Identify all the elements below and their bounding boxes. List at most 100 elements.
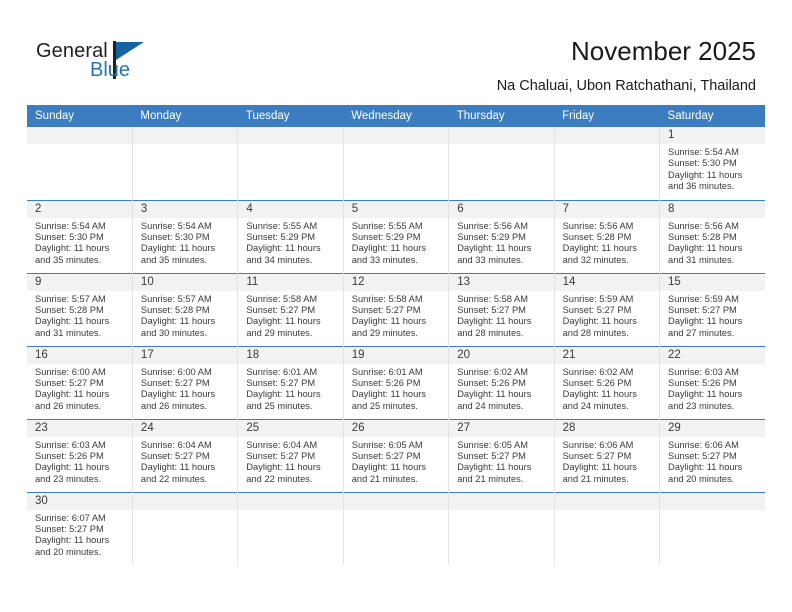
calendar-day-cell[interactable]: 16 Sunrise: 6:00 AM Sunset: 5:27 PM Dayligh… bbox=[27, 345, 133, 419]
day-number bbox=[132, 492, 238, 510]
day-sunset-text: Sunset: 5:27 PM bbox=[351, 450, 421, 461]
calendar-day-cell[interactable]: 17 Sunrise: 6:00 AM Sunset: 5:27 PM Dayligh… bbox=[131, 345, 238, 419]
day-number: 4 bbox=[238, 200, 343, 218]
day-sunset-text: Sunset: 5:27 PM bbox=[140, 377, 210, 388]
day-daylight2-text: and 31 minutes. bbox=[668, 254, 735, 265]
day-number: 28 bbox=[554, 419, 660, 437]
day-sunset-text: Sunset: 5:27 PM bbox=[457, 304, 526, 315]
day-sunset-text: Sunset: 5:27 PM bbox=[562, 304, 632, 315]
general-blue-logo: General Blue bbox=[36, 40, 216, 88]
calendar-day-cell[interactable]: 8 Sunrise: 5:56 AM Sunset: 5:28 PM Daylight… bbox=[659, 199, 765, 273]
day-number: 11 bbox=[238, 273, 343, 291]
day-number bbox=[343, 492, 449, 510]
day-daylight2-text: and 26 minutes. bbox=[140, 400, 208, 411]
calendar-cell-empty bbox=[237, 491, 344, 565]
day-daylight1-text: Daylight: 11 hours bbox=[351, 389, 427, 400]
calendar-day-cell[interactable]: 13 Sunrise: 5:58 AM Sunset: 5:27 PM Dayligh… bbox=[448, 272, 555, 346]
day-daylight2-text: and 35 minutes. bbox=[140, 254, 208, 265]
day-daylight1-text: Daylight: 11 hours bbox=[35, 462, 110, 473]
day-daylight1-text: Daylight: 11 hours bbox=[140, 462, 216, 473]
calendar-day-cell[interactable]: 5 Sunrise: 5:55 AM Sunset: 5:29 PM Daylight… bbox=[342, 199, 449, 273]
day-sunset-text: Sunset: 5:27 PM bbox=[668, 450, 737, 461]
weekday-header-saturday: Saturday bbox=[659, 105, 765, 127]
calendar-day-cell[interactable]: 25 Sunrise: 6:04 AM Sunset: 5:27 PM Dayligh… bbox=[237, 418, 344, 492]
calendar-cell-empty bbox=[553, 127, 660, 200]
day-daylight1-text: Daylight: 11 hours bbox=[457, 389, 532, 400]
day-sunset-text: Sunset: 5:27 PM bbox=[35, 523, 104, 534]
calendar-week-row: 2 Sunrise: 5:54 AM Sunset: 5:30 PM Daylight… bbox=[27, 199, 765, 273]
day-sunset-text: Sunset: 5:27 PM bbox=[351, 304, 421, 315]
calendar-day-cell[interactable]: 7 Sunrise: 5:56 AM Sunset: 5:28 PM Daylight… bbox=[553, 199, 660, 273]
day-daylight1-text: Daylight: 11 hours bbox=[351, 316, 427, 327]
calendar-day-cell[interactable]: 3 Sunrise: 5:54 AM Sunset: 5:30 PM Daylight… bbox=[131, 199, 238, 273]
day-number: 6 bbox=[449, 200, 554, 218]
day-sun-info: Sunrise: 5:54 AM Sunset: 5:30 PM Daylight:… bbox=[133, 218, 237, 267]
calendar-day-cell[interactable]: 2 Sunrise: 5:54 AM Sunset: 5:30 PM Daylight… bbox=[27, 199, 133, 273]
day-sunrise-text: Sunrise: 5:54 AM bbox=[140, 220, 212, 231]
day-sunrise-text: Sunrise: 5:56 AM bbox=[668, 220, 739, 231]
calendar-day-cell[interactable]: 4 Sunrise: 5:55 AM Sunset: 5:29 PM Daylight… bbox=[237, 199, 344, 273]
day-number: 16 bbox=[27, 346, 132, 364]
calendar-day-cell[interactable]: 26 Sunrise: 6:05 AM Sunset: 5:27 PM Dayligh… bbox=[342, 418, 449, 492]
calendar-day-cell[interactable]: 6 Sunrise: 5:56 AM Sunset: 5:29 PM Daylight… bbox=[448, 199, 555, 273]
calendar-day-cell[interactable]: 18 Sunrise: 6:01 AM Sunset: 5:27 PM Dayligh… bbox=[237, 345, 344, 419]
day-number: 5 bbox=[343, 200, 449, 218]
day-sun-info: Sunrise: 5:55 AM Sunset: 5:29 PM Daylight:… bbox=[238, 218, 342, 267]
weekday-header-wednesday: Wednesday bbox=[343, 105, 449, 127]
day-sun-info: Sunrise: 5:56 AM Sunset: 5:28 PM Daylight:… bbox=[660, 218, 765, 267]
day-daylight1-text: Daylight: 11 hours bbox=[668, 243, 743, 254]
calendar-day-cell[interactable]: 21 Sunrise: 6:02 AM Sunset: 5:26 PM Dayligh… bbox=[553, 345, 660, 419]
calendar-body: 1 Sunrise: 5:54 AM Sunset: 5:30 PM Daylight… bbox=[27, 127, 765, 565]
day-daylight2-text: and 33 minutes. bbox=[351, 254, 418, 265]
day-daylight2-text: and 23 minutes. bbox=[668, 400, 735, 411]
calendar-day-cell[interactable]: 27 Sunrise: 6:05 AM Sunset: 5:27 PM Dayligh… bbox=[448, 418, 555, 492]
day-sunrise-text: Sunrise: 6:00 AM bbox=[140, 366, 212, 377]
day-daylight2-text: and 36 minutes. bbox=[668, 181, 735, 192]
day-sunset-text: Sunset: 5:28 PM bbox=[668, 231, 737, 242]
day-daylight1-text: Daylight: 11 hours bbox=[668, 169, 743, 180]
day-daylight2-text: and 22 minutes. bbox=[246, 473, 313, 484]
day-daylight2-text: and 33 minutes. bbox=[457, 254, 524, 265]
day-sun-info: Sunrise: 5:59 AM Sunset: 5:27 PM Daylight:… bbox=[555, 291, 659, 340]
day-sunrise-text: Sunrise: 5:54 AM bbox=[668, 147, 739, 157]
calendar-day-cell[interactable]: 20 Sunrise: 6:02 AM Sunset: 5:26 PM Dayligh… bbox=[448, 345, 555, 419]
calendar-day-cell[interactable]: 22 Sunrise: 6:03 AM Sunset: 5:26 PM Dayligh… bbox=[659, 345, 765, 419]
day-sun-info: Sunrise: 5:56 AM Sunset: 5:28 PM Daylight:… bbox=[555, 218, 659, 267]
day-daylight2-text: and 20 minutes. bbox=[35, 546, 102, 557]
calendar-day-cell[interactable]: 28 Sunrise: 6:06 AM Sunset: 5:27 PM Dayligh… bbox=[553, 418, 660, 492]
day-sunrise-text: Sunrise: 6:07 AM bbox=[35, 512, 106, 523]
calendar-day-cell[interactable]: 11 Sunrise: 5:58 AM Sunset: 5:27 PM Dayligh… bbox=[237, 272, 344, 346]
calendar-day-cell[interactable]: 23 Sunrise: 6:03 AM Sunset: 5:26 PM Dayligh… bbox=[27, 418, 133, 492]
day-sunrise-text: Sunrise: 5:59 AM bbox=[668, 293, 739, 304]
calendar-day-cell[interactable]: 30 Sunrise: 6:07 AM Sunset: 5:27 PM Dayligh… bbox=[27, 491, 133, 565]
day-daylight2-text: and 25 minutes. bbox=[246, 400, 313, 411]
day-daylight1-text: Daylight: 11 hours bbox=[351, 243, 427, 254]
day-daylight1-text: Daylight: 11 hours bbox=[140, 243, 216, 254]
day-daylight1-text: Daylight: 11 hours bbox=[668, 462, 743, 473]
calendar-day-cell[interactable]: 29 Sunrise: 6:06 AM Sunset: 5:27 PM Dayligh… bbox=[659, 418, 765, 492]
day-number: 20 bbox=[449, 346, 554, 364]
day-daylight2-text: and 25 minutes. bbox=[351, 400, 418, 411]
calendar-day-cell[interactable]: 24 Sunrise: 6:04 AM Sunset: 5:27 PM Dayligh… bbox=[131, 418, 238, 492]
calendar-day-cell[interactable]: 1 Sunrise: 5:54 AM Sunset: 5:30 PM Daylight… bbox=[659, 127, 765, 200]
calendar-day-cell[interactable]: 19 Sunrise: 6:01 AM Sunset: 5:26 PM Dayligh… bbox=[342, 345, 449, 419]
day-sunset-text: Sunset: 5:29 PM bbox=[457, 231, 526, 242]
calendar-day-cell[interactable]: 12 Sunrise: 5:58 AM Sunset: 5:27 PM Dayligh… bbox=[342, 272, 449, 346]
day-sunrise-text: Sunrise: 5:57 AM bbox=[140, 293, 212, 304]
day-daylight1-text: Daylight: 11 hours bbox=[351, 462, 427, 473]
calendar-day-cell[interactable]: 9 Sunrise: 5:57 AM Sunset: 5:28 PM Daylight… bbox=[27, 272, 133, 346]
day-number: 17 bbox=[132, 346, 238, 364]
calendar-day-cell[interactable]: 10 Sunrise: 5:57 AM Sunset: 5:28 PM Dayligh… bbox=[131, 272, 238, 346]
day-daylight2-text: and 28 minutes. bbox=[562, 327, 629, 338]
day-daylight2-text: and 34 minutes. bbox=[246, 254, 313, 265]
day-number: 10 bbox=[132, 273, 238, 291]
calendar-day-cell[interactable]: 14 Sunrise: 5:59 AM Sunset: 5:27 PM Dayligh… bbox=[553, 272, 660, 346]
day-sunset-text: Sunset: 5:28 PM bbox=[35, 304, 104, 315]
day-sun-info: Sunrise: 6:02 AM Sunset: 5:26 PM Daylight:… bbox=[555, 364, 659, 413]
day-number: 14 bbox=[554, 273, 660, 291]
day-sunrise-text: Sunrise: 6:03 AM bbox=[35, 439, 106, 450]
day-daylight2-text: and 24 minutes. bbox=[457, 400, 524, 411]
day-daylight2-text: and 21 minutes. bbox=[457, 473, 524, 484]
calendar-week-row: 16 Sunrise: 6:00 AM Sunset: 5:27 PM Dayligh… bbox=[27, 345, 765, 419]
calendar-day-cell[interactable]: 15 Sunrise: 5:59 AM Sunset: 5:27 PM Dayligh… bbox=[659, 272, 765, 346]
